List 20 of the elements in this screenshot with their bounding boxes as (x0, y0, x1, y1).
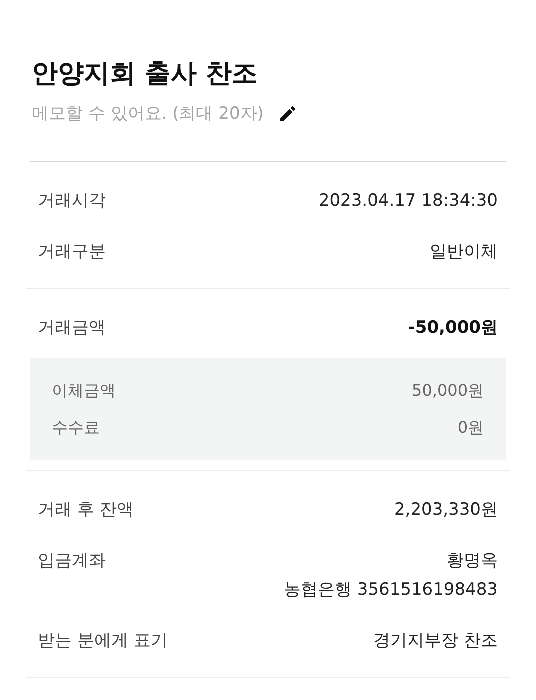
row-value: 농협은행 3561516198483 (284, 579, 498, 602)
transaction-title: 안양지회 출사 찬조 (32, 58, 260, 91)
row-label: 받는 분에게 표기 (38, 630, 168, 653)
breakdown-value: 50,000원 (412, 380, 484, 402)
row-value: 황명옥 (447, 550, 498, 573)
row-label: 거래 후 잔액 (38, 499, 134, 522)
pencil-icon[interactable] (278, 104, 298, 124)
row-value: 경기지부장 찬조 (374, 630, 498, 653)
row-value: 2,203,330원 (394, 499, 498, 522)
breakdown-label: 수수료 (52, 417, 100, 439)
breakdown-value: 0원 (458, 417, 484, 439)
row-label: 거래금액 (38, 317, 106, 340)
row-label: 거래구분 (38, 241, 106, 264)
row-label: 거래시각 (38, 190, 106, 213)
row-label: 입금계좌 (38, 550, 106, 573)
breakdown-label: 이체금액 (52, 380, 116, 402)
row-value: -50,000원 (408, 317, 498, 340)
row-value: 일반이체 (430, 241, 498, 264)
memo-input-field[interactable]: 메모할 수 있어요. (최대 20자) (32, 104, 272, 124)
row-value: 2023.04.17 18:34:30 (318, 190, 498, 213)
